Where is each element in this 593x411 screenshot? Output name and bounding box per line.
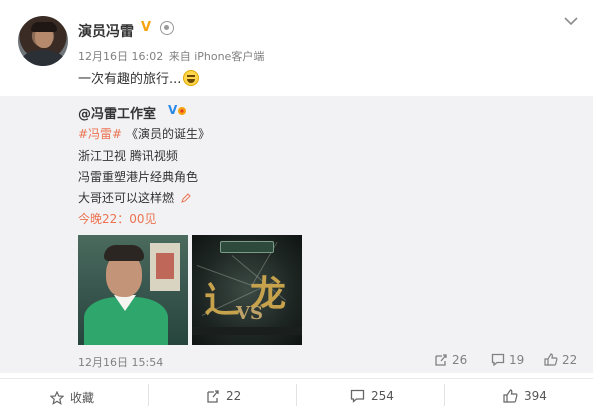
star-icon: [49, 390, 65, 405]
repost-forward[interactable]: 26: [434, 353, 467, 367]
post-text: 一次有趣的旅行...: [78, 72, 182, 87]
background-sign: [150, 243, 180, 291]
post-author-name[interactable]: 演员冯雷: [78, 21, 134, 41]
verified-icon: V: [141, 20, 152, 35]
verified-icon: V: [168, 103, 186, 117]
forward-count: 22: [226, 389, 242, 403]
avatar-hair: [31, 22, 57, 32]
show-title: 《演员的诞生》: [125, 127, 210, 141]
topic-link[interactable]: #冯雷#: [78, 127, 122, 141]
avatar-shirt: [22, 50, 64, 66]
repost-line-with-icon: 大哥还可以这样燃: [78, 189, 191, 206]
person-hair: [104, 245, 144, 261]
comment-count: 19: [509, 353, 525, 367]
poster-footer-strip: [192, 327, 302, 335]
repost-comment[interactable]: 19: [491, 353, 524, 367]
post-content: 一次有趣的旅行...: [78, 68, 200, 87]
divider: [148, 384, 149, 406]
post-meta: 12月16日 16:02 来自 iPhone客户端: [78, 48, 266, 64]
forward-count: 26: [452, 353, 468, 367]
repost-line: 浙江卫视 腾讯视频: [78, 149, 178, 163]
poster-glyph: ⻌: [204, 279, 241, 321]
forward-icon: [435, 354, 447, 366]
repost-like[interactable]: 22: [544, 353, 577, 367]
post-time[interactable]: 12月16日 16:02: [78, 50, 163, 63]
comment-count: 254: [371, 389, 394, 403]
forward-icon: [207, 390, 219, 403]
repost-time[interactable]: 12月16日 15:54: [78, 354, 163, 370]
comment-icon: [350, 389, 365, 403]
post-source[interactable]: 来自 iPhone客户端: [169, 50, 265, 63]
favorite-button[interactable]: 收藏: [49, 389, 95, 406]
comment-icon: [491, 353, 505, 367]
like-count: 394: [524, 389, 547, 403]
divider: [444, 384, 445, 406]
repost-author[interactable]: @冯雷工作室: [78, 103, 156, 122]
comment-button[interactable]: 254: [350, 389, 394, 403]
like-icon: [503, 389, 518, 403]
repost-line-highlight: 今晚22：00见: [78, 212, 157, 226]
like-button[interactable]: 394: [503, 389, 547, 403]
laugh-emoji-icon: [183, 70, 200, 86]
poster-vs-mark: VS: [236, 303, 263, 324]
avatar[interactable]: [18, 16, 68, 66]
like-icon: [544, 353, 558, 366]
poster-title-plate: [220, 241, 274, 253]
repost-line-text: 大哥还可以这样燃: [78, 191, 175, 205]
repost-image-thumbnail[interactable]: [78, 235, 188, 345]
favorite-label: 收藏: [70, 391, 95, 405]
like-count: 22: [562, 353, 578, 367]
repost-topic-line: #冯雷# 《演员的诞生》: [78, 125, 210, 142]
repost-line: 冯雷重塑港片经典角色: [78, 170, 199, 184]
svg-text:V: V: [168, 103, 178, 117]
forward-button[interactable]: 22: [206, 389, 241, 403]
member-icon[interactable]: [160, 21, 174, 35]
repost-image-thumbnail[interactable]: ⻌ ⻰ VS: [192, 235, 302, 345]
divider: [296, 384, 297, 406]
pencil-icon: [181, 193, 191, 203]
chevron-down-icon[interactable]: [564, 16, 578, 26]
